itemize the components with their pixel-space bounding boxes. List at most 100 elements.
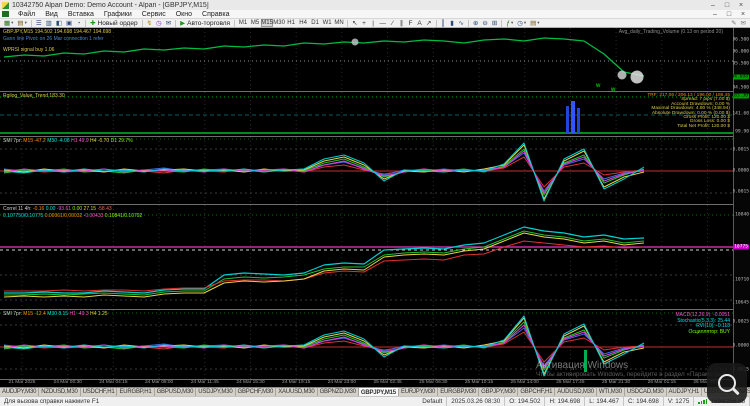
chart-tab-nzdusd-m30[interactable]: NZDUSD,M30 — [39, 388, 81, 396]
zoom-out-button[interactable]: ⊖ — [480, 19, 489, 27]
menu-item-справка[interactable]: Справка — [197, 10, 234, 18]
chart-pane-correlation[interactable]: Correl 11 4h: -0.16 0.00 -93.61 0.00 27.… — [0, 205, 733, 310]
crosshair-tool-button[interactable]: + — [360, 19, 369, 27]
menu-item-сервис[interactable]: Сервис — [137, 10, 171, 18]
time-axis-label: 25 Mar 17:45 — [556, 380, 585, 385]
chart-tab-audjpy-m30[interactable]: AUDJPY,M30 — [0, 388, 40, 396]
chart-tab-gbpchf-m30[interactable]: GBPCHF,M30 — [236, 388, 277, 396]
trendline-tool-button[interactable]: ∕ — [388, 19, 397, 27]
alerts-button[interactable]: ◷ — [154, 19, 164, 27]
timeframe-m30-button[interactable]: M30 — [273, 19, 285, 27]
autotrading-button[interactable]: ▶ Авто-торговля — [178, 19, 232, 28]
new-order-icon: ✚ — [90, 20, 96, 27]
magnifier-icon — [718, 374, 740, 395]
maximize-button[interactable]: □ — [720, 1, 734, 10]
close-button[interactable]: × — [734, 1, 748, 10]
market-watch-icon: ☰ — [35, 20, 42, 27]
community-button[interactable]: ✉ — [164, 19, 173, 27]
chart-tab-xauusd-m30[interactable]: XAUUSD,M30 — [276, 388, 318, 396]
terminal-button[interactable]: ▣ — [64, 19, 74, 27]
volume-cell: V: 1275 — [664, 397, 695, 406]
menu-item-графики[interactable]: Графики — [99, 10, 137, 18]
new-order-button[interactable]: ✚ Новый ордер — [88, 19, 139, 28]
magnifier-overlay-button[interactable] — [707, 363, 747, 403]
indicator-value: M30 -4.06 — [47, 138, 72, 144]
arrows-tool-button[interactable]: ↗ — [424, 19, 433, 27]
chart-pane-smi-lower[interactable]: SMI 7pr: M15 -12.4 M30 8.15 H1 -49.3 H4 … — [0, 310, 733, 380]
cursor-tool-button[interactable]: ↖ — [350, 19, 359, 27]
channel-tool-button[interactable]: ∥ — [397, 19, 406, 27]
minimize-button[interactable]: – — [706, 1, 720, 10]
child-minimize-button[interactable]: – — [708, 10, 722, 19]
timeframe-mn-button[interactable]: MN — [333, 19, 345, 27]
fibonacci-tool-button[interactable]: F — [406, 19, 415, 27]
child-close-button[interactable]: × — [736, 10, 750, 19]
chart-pane-price[interactable]: w w GBPJPY,M15 194.502 194.698 194.467 194… — [0, 28, 733, 92]
profiles-button[interactable]: ▤ ▾ — [15, 19, 28, 27]
chart-tab-gbpnzd-m30[interactable]: GBPNZD,M30 — [318, 388, 359, 396]
chart-pane-smi-upper[interactable]: SMI 7pr: M15 -47.2 M30 -4.06 H1 49.9 H4 … — [0, 137, 733, 205]
chart-tab-usdchf-h1[interactable]: USDCHF,H1 — [81, 388, 118, 396]
chart-tab-wti-m30[interactable]: WTI,M30 — [597, 388, 625, 396]
pane-label: GBPJPY,M15 194.502 194.698 194.467 194.6… — [3, 29, 111, 35]
data-window-button[interactable]: ▥ — [44, 19, 54, 27]
chart-tab-usdjpy-m30[interactable]: USDJPY,M30 — [196, 388, 236, 396]
timeframe-h1-button[interactable]: H1 — [285, 19, 297, 27]
timeframe-m5-button[interactable]: M5 — [249, 19, 261, 27]
candles-chart-button[interactable]: ▮ — [448, 19, 457, 27]
chart-tab-gbpusd-m30[interactable]: GBPUSD,M30 — [155, 388, 197, 396]
indicator-value: Avg_daily_Trading_Volume (0.13 on period… — [618, 29, 723, 35]
market-watch-button[interactable]: ☰ — [34, 19, 44, 27]
chart-tab-eurjpy-m30[interactable]: EURJPY,M30 — [399, 388, 439, 396]
timeframe-h4-button[interactable]: H4 — [297, 19, 309, 27]
line-chart-button[interactable]: ∿ — [457, 19, 466, 27]
menu-item-вид[interactable]: Вид — [40, 10, 63, 18]
time-axis[interactable]: 21 Mar 2025 24 Mar 00:30 24 Mar 04:15 24 Ma… — [0, 380, 750, 387]
timeframe-m15-button[interactable]: M15 — [261, 19, 274, 27]
dropdown-arrow-icon: ▾ — [11, 20, 14, 25]
hline-tool-button[interactable]: — — [378, 19, 389, 27]
chart-tab-eurgbp-m30[interactable]: EURGBP,M30 — [438, 388, 480, 396]
indicator-value: Correl 11 4h: — [3, 206, 33, 212]
community-icon: ✉ — [165, 20, 172, 27]
indicator-value: H1 49.9 — [71, 138, 91, 144]
pane-label: SMI 7pr: M15 -12.4 M30 8.15 H1 -49.3 H4 … — [3, 311, 108, 317]
mt4-application-window: 10342750 Alpari Demo: Demo Account - Alp… — [0, 0, 750, 406]
edit-button[interactable]: ✎ — [729, 19, 738, 27]
timeframe-d1-button[interactable]: D1 — [309, 19, 321, 27]
metaeditor-button[interactable]: ↯ — [145, 19, 154, 27]
chart-tab-audusd-m30[interactable]: AUDUSD,M30 — [555, 388, 597, 396]
menu-item-файл[interactable]: Файл — [13, 10, 40, 18]
chart-tab-gbpjpy-m30[interactable]: GBPJPY,M30 — [479, 388, 519, 396]
price-scale[interactable]: 196.500 196.000 195.500 194.500 194.698 183.3… — [727, 28, 750, 380]
chart-tab-gbpjpy-m15[interactable]: GBPJPY,M15 — [358, 388, 399, 396]
chart-pane-rgilog-value-trend[interactable]: Rgilog_Value_Trend 183.30 — [0, 92, 733, 137]
chart-tab-audjpy-h1[interactable]: AUDJPY,H1 — [667, 388, 702, 396]
timeframe-m1-button[interactable]: M1 — [237, 19, 249, 27]
vline-tool-button[interactable]: | — [369, 19, 378, 27]
navigator-button[interactable]: ◧ — [54, 19, 64, 27]
timeframe-w1-button[interactable]: W1 — [321, 19, 333, 27]
chart-tab-usdcad-m30[interactable]: USDCAD,M30 — [625, 388, 667, 396]
zoom-in-button[interactable]: ⊕ — [471, 19, 480, 27]
chart-tab-gbpchf-h1[interactable]: GBPCHF,H1 — [518, 388, 556, 396]
periods-button[interactable]: ◷ ▾ — [515, 19, 528, 27]
templates-button[interactable]: ▤ ▾ — [528, 19, 541, 27]
strategy-tester-button[interactable]: ◔ — [74, 19, 83, 27]
child-restore-button[interactable]: □ — [722, 10, 736, 19]
chart-region[interactable]: 196.500 196.000 195.500 194.500 194.698 183.3… — [0, 28, 750, 380]
menu-item-вставка[interactable]: Вставка — [63, 10, 99, 18]
scale-label: 99.90 — [735, 129, 749, 135]
terminal-icon: ▣ — [65, 20, 73, 27]
indicators-button[interactable]: ƒ ▾ — [504, 19, 515, 27]
chart-tab-eurgbp-h1[interactable]: EURGBP,H1 — [117, 388, 155, 396]
bars-chart-button[interactable]: ║ — [439, 19, 448, 27]
autotrading-button-label: Авто-торговля — [187, 19, 231, 27]
mail-button[interactable]: ✉ — [739, 19, 748, 27]
text-tool-button[interactable]: A — [415, 19, 424, 27]
periods-icon: ◷ — [517, 20, 523, 27]
menu-item-окно[interactable]: Окно — [171, 10, 197, 18]
tile-windows-button[interactable]: ⊞ — [490, 19, 499, 27]
new-chart-button[interactable]: ▦ ▾ — [2, 19, 15, 27]
indicator-value: SMI 7pr: — [3, 138, 24, 144]
